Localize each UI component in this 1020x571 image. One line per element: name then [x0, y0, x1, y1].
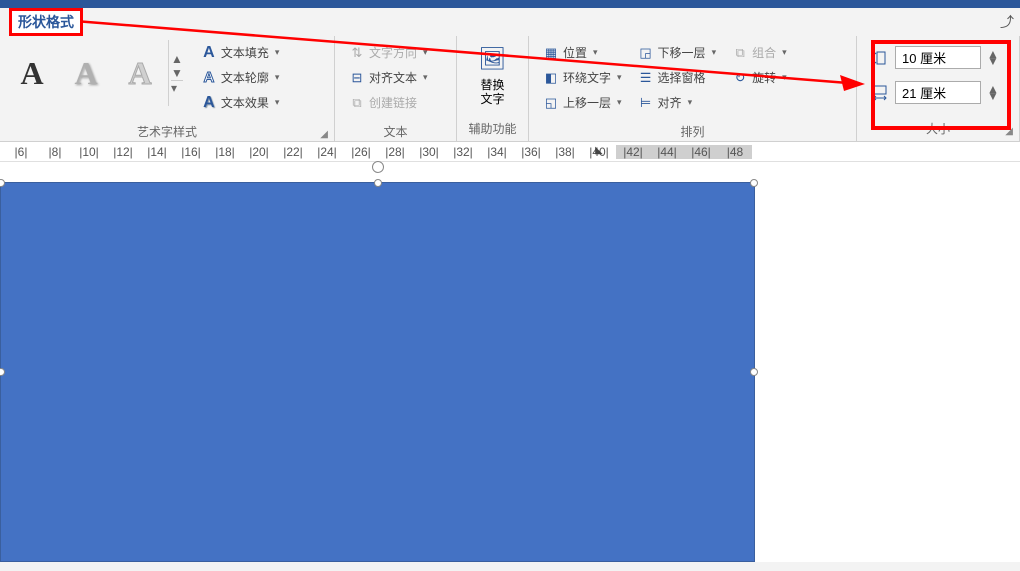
text-direction-button[interactable]: ⇅ 文字方向 ▾ — [345, 42, 432, 63]
wordart-style-3[interactable]: A — [114, 40, 166, 106]
dropdown-icon: ▾ — [782, 47, 787, 58]
group-label-text: 文本 — [335, 119, 456, 144]
send-backward-label: 下移一层 — [658, 44, 706, 61]
height-input[interactable] — [895, 46, 981, 69]
group-size: ▲▼ ▲▼ 大小 ◢ — [857, 36, 1020, 141]
tab-shape-format-highlight: 形状格式 — [9, 8, 83, 36]
dropdown-icon: ▾ — [423, 72, 428, 83]
title-bar — [0, 0, 1020, 8]
text-direction-icon: ⇅ — [349, 45, 365, 61]
height-icon — [871, 49, 889, 67]
wrap-text-button[interactable]: ◧ 环绕文字 ▾ — [539, 67, 626, 88]
alt-text-button[interactable]: 🖼 替换 文字 — [470, 40, 516, 110]
bring-forward-button[interactable]: ◱ 上移一层 ▾ — [539, 92, 626, 113]
wrap-text-label: 环绕文字 — [563, 69, 611, 86]
dropdown-icon: ▾ — [617, 97, 622, 108]
wordart-gallery-expand[interactable]: ▲▼▾ — [168, 40, 185, 106]
selection-pane-label: 选择窗格 — [658, 69, 706, 86]
group-wordart: A A A ▲▼▾ A 文本填充 ▾ A 文本轮廓 ▾ — [0, 36, 335, 141]
text-effects-button[interactable]: A 文本效果 ▾ — [197, 92, 284, 113]
dialog-launcher-icon[interactable]: ◢ — [1005, 126, 1013, 137]
align-text-icon: ⊟ — [349, 70, 365, 86]
resize-handle-tl[interactable] — [0, 179, 5, 187]
text-effects-icon: A — [201, 95, 217, 111]
resize-handle-ml[interactable] — [0, 368, 5, 376]
width-field-row: ▲▼ — [871, 81, 999, 104]
position-icon: ▦ — [543, 45, 559, 61]
send-backward-button[interactable]: ◲ 下移一层 ▾ — [634, 42, 721, 63]
send-backward-icon: ◲ — [638, 45, 654, 61]
align-button[interactable]: ⊨ 对齐 ▾ — [634, 92, 721, 113]
align-label: 对齐 — [658, 94, 682, 111]
bring-forward-label: 上移一层 — [563, 94, 611, 111]
dropdown-icon: ▾ — [275, 47, 280, 58]
group-label-size: 大小 ◢ — [857, 116, 1019, 141]
width-icon — [871, 84, 889, 102]
text-direction-label: 文字方向 — [369, 44, 417, 61]
width-spinner[interactable]: ▲▼ — [987, 86, 999, 100]
dialog-launcher-icon[interactable]: ◢ — [320, 129, 328, 140]
text-effects-label: 文本效果 — [221, 94, 269, 111]
alt-text-icon: 🖼 — [478, 44, 508, 74]
text-outline-label: 文本轮廓 — [221, 69, 269, 86]
group-objects-label: 组合 — [752, 44, 776, 61]
dropdown-icon: ▾ — [688, 97, 693, 108]
text-outline-button[interactable]: A 文本轮廓 ▾ — [197, 67, 284, 88]
group-label-wordart: 艺术字样式 ◢ — [0, 119, 334, 144]
wordart-style-1[interactable]: A — [6, 40, 58, 106]
create-link-button[interactable]: ⧉ 创建链接 — [345, 92, 432, 113]
dropdown-icon: ▾ — [617, 72, 622, 83]
position-button[interactable]: ▦ 位置 ▾ — [539, 42, 626, 63]
group-text: ⇅ 文字方向 ▾ ⊟ 对齐文本 ▾ ⧉ 创建链接 文本 — [335, 36, 457, 141]
group-accessibility: 🖼 替换 文字 辅助功能 — [457, 36, 529, 141]
text-outline-icon: A — [201, 70, 217, 86]
selected-shape[interactable] — [0, 182, 755, 562]
ribbon: A A A ▲▼▾ A 文本填充 ▾ A 文本轮廓 ▾ — [0, 8, 1020, 142]
dropdown-icon: ▾ — [782, 72, 787, 83]
share-icon[interactable]: ⤴ — [1000, 12, 1014, 32]
rotate-icon: ↻ — [732, 70, 748, 86]
rotate-handle[interactable] — [372, 161, 384, 173]
tab-stop-marker[interactable]: ◣ — [582, 145, 616, 156]
selection-pane-icon: ☰ — [638, 70, 654, 86]
tab-shape-format[interactable]: 形状格式 — [18, 14, 74, 30]
resize-handle-tm[interactable] — [374, 179, 382, 187]
height-field-row: ▲▼ — [871, 46, 999, 69]
dropdown-icon: ▾ — [593, 47, 598, 58]
width-input[interactable] — [895, 81, 981, 104]
align-icon: ⊨ — [638, 95, 654, 111]
dropdown-icon: ▾ — [275, 97, 280, 108]
wordart-gallery[interactable]: A A A ▲▼▾ — [6, 40, 185, 106]
wrap-text-icon: ◧ — [543, 70, 559, 86]
wordart-style-2[interactable]: A — [60, 40, 112, 106]
group-arrange: ▦ 位置 ▾ ◧ 环绕文字 ▾ ◱ 上移一层 ▾ ◲ 下移一层 — [529, 36, 857, 141]
group-objects-button[interactable]: ⧉ 组合 ▾ — [728, 42, 791, 63]
horizontal-ruler[interactable]: |6| |8| |10| |12| |14| |16| |18| |20| |2… — [0, 142, 1020, 162]
dropdown-icon: ▾ — [423, 47, 428, 58]
document-canvas[interactable] — [0, 162, 1020, 562]
text-fill-label: 文本填充 — [221, 44, 269, 61]
group-label-accessibility: 辅助功能 — [457, 116, 528, 141]
resize-handle-tr[interactable] — [750, 179, 758, 187]
rotate-button[interactable]: ↻ 旋转 ▾ — [728, 67, 791, 88]
height-spinner[interactable]: ▲▼ — [987, 51, 999, 65]
create-link-label: 创建链接 — [369, 94, 417, 111]
link-icon: ⧉ — [349, 95, 365, 111]
dropdown-icon: ▾ — [712, 47, 717, 58]
rotate-label: 旋转 — [752, 69, 776, 86]
resize-handle-mr[interactable] — [750, 368, 758, 376]
group-label-arrange: 排列 — [529, 119, 856, 144]
align-text-label: 对齐文本 — [369, 69, 417, 86]
position-label: 位置 — [563, 44, 587, 61]
selection-pane-button[interactable]: ☰ 选择窗格 — [634, 67, 721, 88]
group-icon: ⧉ — [732, 45, 748, 61]
alt-text-label: 替换 文字 — [480, 78, 504, 106]
bring-forward-icon: ◱ — [543, 95, 559, 111]
align-text-button[interactable]: ⊟ 对齐文本 ▾ — [345, 67, 432, 88]
text-fill-button[interactable]: A 文本填充 ▾ — [197, 42, 284, 63]
text-fill-icon: A — [201, 45, 217, 61]
dropdown-icon: ▾ — [275, 72, 280, 83]
